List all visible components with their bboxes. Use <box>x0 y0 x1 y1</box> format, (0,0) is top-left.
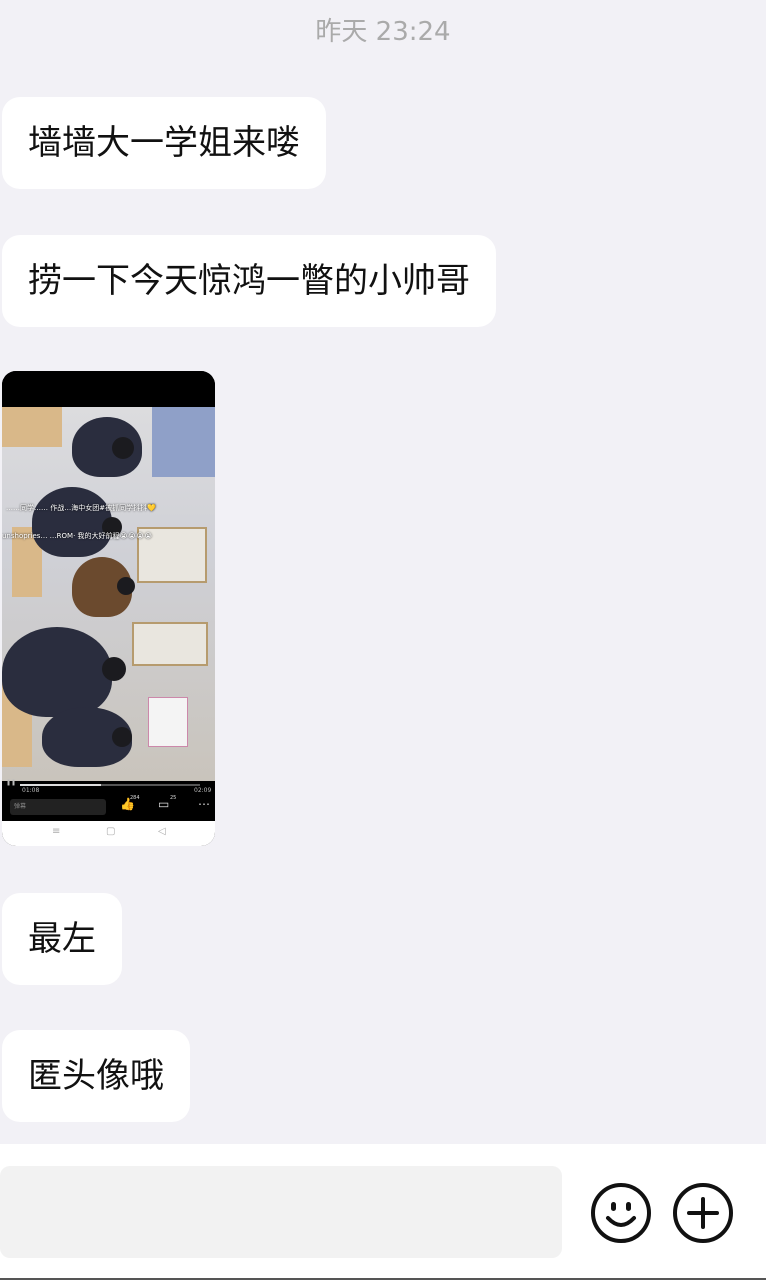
menu-icon: ≡ <box>52 826 61 837</box>
home-icon: ▢ <box>106 826 116 837</box>
phone-nav-bar: ≡ ▢ ◁ <box>2 821 215 846</box>
video-controls: ❚❚ 01:08 02:09 弹幕 👍 284 ▭ 25 ⋯ <box>2 779 215 821</box>
video-top-bar <box>2 371 215 407</box>
student <box>2 627 112 717</box>
plus-circle-icon <box>673 1183 733 1243</box>
like-count: 284 <box>130 795 140 801</box>
comment-count: 25 <box>170 795 177 801</box>
message-text: 墙墙大一学姐来喽 <box>28 123 300 163</box>
smiley-face-icon <box>591 1183 651 1243</box>
video-time-elapsed: 01:08 <box>22 787 40 794</box>
student-head <box>117 577 135 595</box>
message-timestamp: 昨天 23:24 <box>315 17 451 47</box>
video-caption: ……同学…… 作战…海中女团#被抓同学抖抖💛 <box>6 504 156 512</box>
play-pause-icon[interactable]: ❚❚ <box>6 779 16 786</box>
message-bubble[interactable]: 最左 <box>2 893 122 985</box>
video-progress-bar[interactable] <box>20 784 200 786</box>
message-bubble[interactable]: 墙墙大一学姐来喽 <box>2 97 326 189</box>
message-text: 捞一下今天惊鸿一瞥的小帅哥 <box>28 261 470 301</box>
more-icon[interactable]: ⋯ <box>198 797 210 811</box>
video-thumbnail[interactable]: ……同学…… 作战…海中女团#被抓同学抖抖💛 unshopries… …ROM·… <box>2 407 215 781</box>
danmaku-input[interactable]: 弹幕 <box>10 799 106 815</box>
message-text: 匿头像哦 <box>28 1056 164 1096</box>
message-bubble[interactable]: 匿头像哦 <box>2 1030 190 1122</box>
emoji-button[interactable] <box>590 1182 652 1244</box>
video-progress-fill <box>20 784 101 786</box>
comment-icon[interactable]: ▭ <box>158 797 169 811</box>
video-message[interactable]: ……同学…… 作战…海中女团#被抓同学抖抖💛 unshopries… …ROM·… <box>2 371 215 846</box>
student <box>32 487 112 557</box>
message-input[interactable] <box>0 1166 562 1258</box>
message-bubble[interactable]: 捞一下今天惊鸿一瞥的小帅哥 <box>2 235 496 327</box>
video-time-total: 02:09 <box>194 787 212 794</box>
student-head <box>102 657 126 681</box>
message-text: 最左 <box>28 919 96 959</box>
student-head <box>112 437 134 459</box>
desk <box>2 407 62 447</box>
plus-button[interactable] <box>672 1182 734 1244</box>
student-head <box>112 727 132 747</box>
classroom-window <box>132 622 208 666</box>
video-caption: unshopries… …ROM· 我的大好前程😭😭😭😭 <box>2 532 153 540</box>
back-icon: ◁ <box>158 826 166 837</box>
classroom-board <box>152 407 215 477</box>
input-bar <box>0 1144 766 1280</box>
wall-poster <box>148 697 188 747</box>
